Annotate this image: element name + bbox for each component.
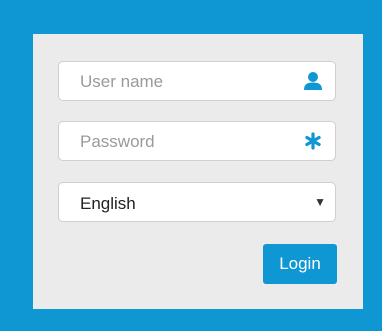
password-field[interactable]: Password — [58, 121, 336, 161]
username-placeholder: User name — [80, 72, 164, 91]
username-field[interactable]: User name — [58, 61, 336, 101]
password-placeholder: Password — [80, 132, 155, 151]
language-select[interactable]: English ▼ — [58, 182, 336, 222]
asterisk-icon — [303, 131, 323, 151]
language-selected-value: English — [80, 194, 136, 213]
user-icon — [303, 71, 323, 91]
login-panel: User name Password English ▼ Login — [33, 34, 363, 309]
login-window: User name Password English ▼ Login — [0, 0, 382, 331]
login-button[interactable]: Login — [263, 244, 337, 284]
chevron-down-icon: ▼ — [314, 195, 326, 209]
